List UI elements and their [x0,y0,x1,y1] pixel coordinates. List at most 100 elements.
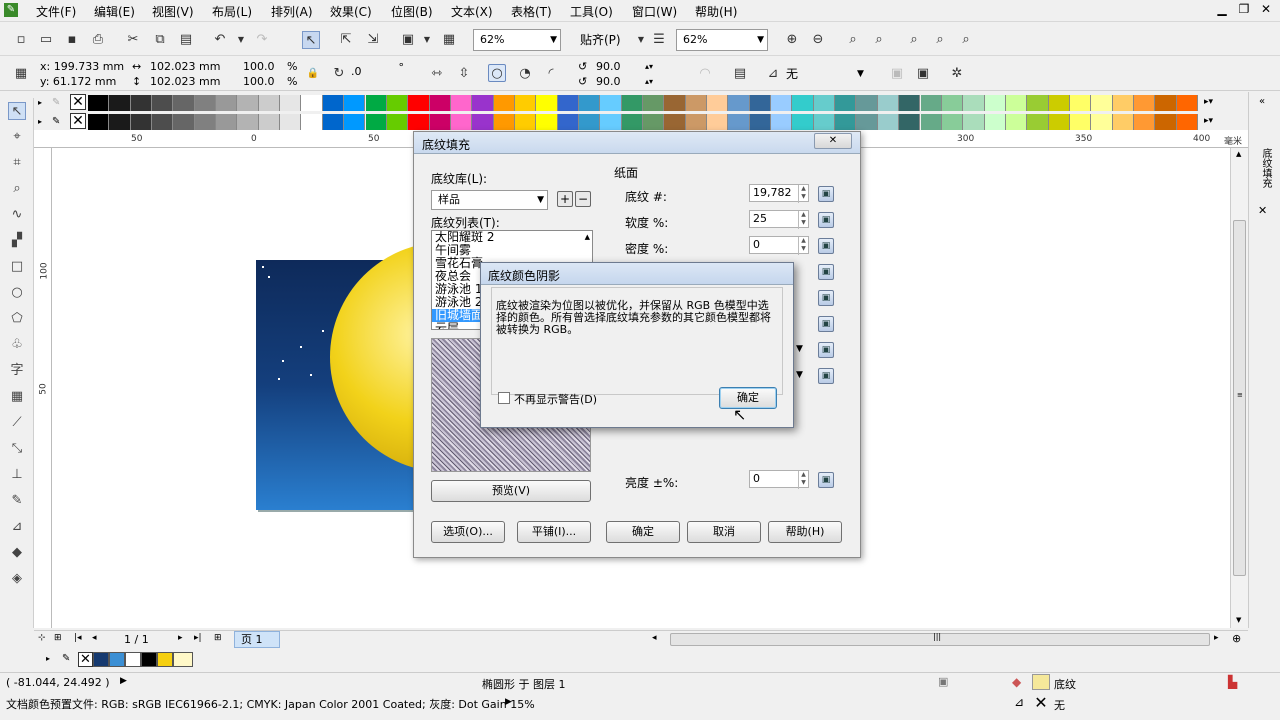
color-swatch[interactable] [664,95,686,111]
lock-icon[interactable]: ▣ [818,212,834,228]
color-swatch[interactable] [1091,114,1113,130]
fill-swatch[interactable] [1032,674,1050,690]
edit-fill-icon[interactable]: ▙ [1228,675,1237,689]
zoom-height-icon[interactable]: ⌕ [957,31,975,49]
dialog-close-button[interactable]: ✕ [814,133,852,149]
color-swatch[interactable] [1176,95,1198,111]
color-swatch[interactable] [685,95,708,111]
color-swatch[interactable] [877,114,900,130]
color-swatch[interactable] [173,652,193,667]
color-proof-icon[interactable]: ▣ [938,675,948,688]
color-swatch[interactable] [664,114,686,130]
color-swatch[interactable] [1048,114,1070,130]
color-swatch[interactable] [450,114,473,130]
arc-mode-icon[interactable]: ◜ [542,65,560,83]
crop-tool-icon[interactable]: ⌗ [8,154,26,172]
color-swatch[interactable] [514,114,537,130]
basic-shapes-icon[interactable]: ♧ [8,336,26,354]
interactive-fill-icon[interactable]: ◈ [8,570,26,588]
color-swatch[interactable] [728,95,750,111]
density-input[interactable]: 0 ▲ ▼ [749,236,809,255]
color-swatch[interactable] [963,95,985,111]
prev-page-icon[interactable]: ◂ [92,633,97,643]
color-swatch[interactable] [322,114,345,130]
ellipse-mode-icon[interactable]: ○ [488,64,506,82]
object-origin-icon[interactable]: ▦ [12,65,30,83]
color-swatch[interactable] [194,95,217,111]
color-swatch[interactable] [1027,95,1049,111]
preview-button[interactable]: 预览(V) [431,480,591,502]
color-swatch[interactable] [514,95,537,111]
pick-tool-icon[interactable]: ↖ [8,102,26,120]
scroll-down-icon[interactable]: ▼ [1236,616,1241,624]
dont-show-checkbox[interactable] [498,392,510,404]
spin-icon[interactable]: ▲ ▼ [798,185,808,203]
profile-expand-icon[interactable]: ▶ [505,697,512,707]
color-swatch[interactable] [578,114,601,130]
color-swatch[interactable] [643,95,665,111]
cancel-button[interactable]: 取消 [687,521,761,543]
lock-icon[interactable]: ▣ [818,264,834,280]
texture-library-select[interactable]: 样品 ▼ [431,190,548,210]
color-swatch[interactable] [1155,95,1177,111]
color-swatch[interactable] [344,114,366,130]
scroll-left-icon[interactable]: ◂ [652,633,657,643]
color-swatch[interactable] [365,114,387,130]
color-swatch[interactable] [472,114,494,130]
publish-icon[interactable]: ⇲ [364,31,382,49]
color-swatch[interactable] [173,114,195,130]
color-swatch[interactable] [173,95,195,111]
color-swatch[interactable] [386,114,409,130]
add-page-after-icon[interactable]: ⊞ [214,633,222,643]
color-swatch[interactable] [301,95,323,111]
color-swatch[interactable] [813,114,836,130]
color-swatch[interactable] [130,95,153,111]
color-swatch[interactable] [429,114,451,130]
to-back-icon[interactable]: ▣ [914,65,932,83]
color-swatch[interactable] [109,652,125,667]
ellipse-tool-icon[interactable]: ○ [8,284,26,302]
color-swatch[interactable] [1048,95,1070,111]
zoom-level-combo-2[interactable]: 62% ▼ [676,29,768,51]
palette-scroll-right-icon[interactable]: ▸▾ [1204,95,1213,109]
x-position[interactable]: x: 199.733 mm [40,60,124,74]
start-angle[interactable]: 90.0 [596,60,621,74]
eyedropper-icon[interactable]: ✎ [62,653,70,664]
color-swatch[interactable] [408,114,430,130]
color-swatch[interactable] [600,95,622,111]
menu-file[interactable]: 文件(F) [36,3,76,20]
color-swatch[interactable] [941,95,964,111]
menu-arrange[interactable]: 排列(A) [271,3,313,20]
outline-tool-icon[interactable]: ⊿ [8,518,26,536]
color-swatch[interactable] [984,114,1006,130]
lock-icon[interactable]: ▣ [818,316,834,332]
lock-icon[interactable]: ▣ [818,290,834,306]
list-scroll-up-icon[interactable]: ▲ [585,233,590,241]
color-swatch[interactable] [728,114,750,130]
export-icon[interactable]: ⇱ [337,31,355,49]
polygon-tool-icon[interactable]: ⬠ [8,310,26,328]
lock-icon[interactable]: ▣ [818,472,834,488]
minimize-icon[interactable]: ▁ [1214,2,1230,16]
freehand-tool-icon[interactable]: ∿ [8,206,26,224]
zoom-page-icon[interactable]: ⌕ [905,31,923,49]
collapse-docker-icon[interactable]: « [1259,96,1265,107]
color-swatch[interactable] [771,114,793,130]
palette-scroll-right-icon[interactable]: ▸▾ [1204,114,1213,128]
copy-icon[interactable]: ⧉ [151,31,169,49]
no-fill-swatch[interactable]: ✕ [70,113,86,129]
color-swatch[interactable] [536,95,558,111]
color-swatch[interactable] [344,95,366,111]
eyedropper-tool-icon[interactable]: ✎ [8,492,26,510]
rotation-angle-input[interactable]: .0 ° [348,61,404,82]
close-icon[interactable]: ✕ [1258,2,1274,16]
text-tool-icon[interactable]: 字 [8,362,26,380]
color-swatch[interactable] [280,95,302,111]
menu-table[interactable]: 表格(T) [511,3,552,20]
menu-text[interactable]: 文本(X) [451,3,493,20]
color-swatch[interactable] [877,95,900,111]
color-swatch[interactable] [450,95,473,111]
tile-button[interactable]: 平铺(I)... [517,521,591,543]
menu-help[interactable]: 帮助(H) [695,3,737,20]
color-swatch[interactable] [125,652,141,667]
